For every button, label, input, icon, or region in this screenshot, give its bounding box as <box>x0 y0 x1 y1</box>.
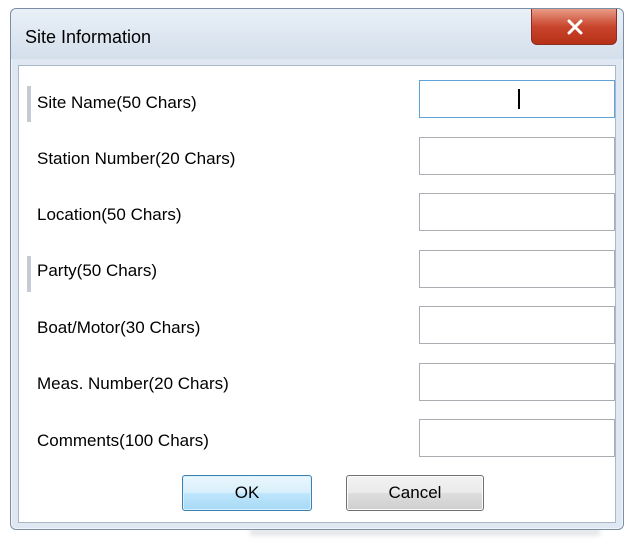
text-caret <box>518 89 520 109</box>
location-label: Location(50 Chars) <box>37 205 182 224</box>
station-number-label: Station Number(20 Chars) <box>37 149 236 168</box>
close-x-icon <box>567 19 583 35</box>
dialog-title: Site Information <box>25 27 152 47</box>
boat-motor-label: Boat/Motor(30 Chars) <box>37 318 201 337</box>
ok-button[interactable]: OK <box>182 475 312 511</box>
title-bar[interactable]: Site Information <box>11 9 623 59</box>
party-input[interactable] <box>419 250 615 288</box>
site-name-label: Site Name(50 Chars) <box>37 93 197 112</box>
close-button[interactable] <box>531 9 617 45</box>
site-information-dialog: Site Information Site Name(50 Chars) Sta… <box>10 8 624 530</box>
window-edge-marker <box>27 256 31 292</box>
party-label: Party(50 Chars) <box>37 261 157 280</box>
comments-label: Comments(100 Chars) <box>37 431 209 450</box>
location-input[interactable] <box>419 193 615 231</box>
station-number-input[interactable] <box>419 137 615 175</box>
dialog-body: Site Name(50 Chars) Station Number(20 Ch… <box>18 65 616 523</box>
screen: Site Information Site Name(50 Chars) Sta… <box>0 0 632 542</box>
boat-motor-input[interactable] <box>419 306 615 344</box>
meas-number-input[interactable] <box>419 363 615 401</box>
comments-input[interactable] <box>419 419 615 457</box>
window-edge-marker <box>27 86 31 122</box>
cancel-button[interactable]: Cancel <box>346 475 484 511</box>
site-name-input[interactable] <box>419 80 615 118</box>
meas-number-label: Meas. Number(20 Chars) <box>37 374 229 393</box>
